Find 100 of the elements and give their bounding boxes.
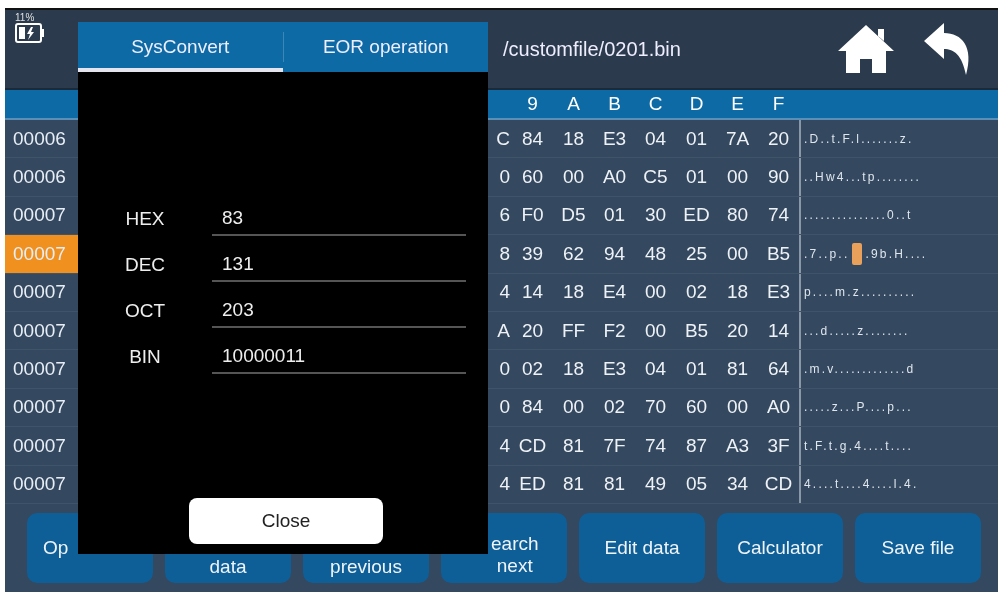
hex-cell-text: 00 [725,396,750,419]
dialog-tab[interactable]: EOR operation [283,22,488,72]
toolbar-button[interactable]: Save file [855,512,981,583]
hex-cell-text: E3 [765,281,792,304]
offset-cell[interactable]: 00007 [5,427,78,465]
ascii-text: .m.v.............d [804,362,916,377]
column-header: B [607,93,622,115]
value-field[interactable]: 203 [212,294,466,328]
hex-cell-text: 00 [725,166,750,189]
hex-cell-text: 05 [684,473,709,496]
hex-cell-text: D5 [560,204,587,227]
hex-cell-text: 25 [684,242,709,265]
hex-cell-text: 39 [520,242,545,265]
hex-cell-text: 70 [643,396,668,419]
ascii-text: t.F.t.g.4....t.... [804,438,913,453]
ascii-text: ...d.....z........ [804,323,910,338]
hex-cell-text: 00 [643,319,668,342]
hex-cell-text: 18 [561,358,586,381]
hex-cell-text: 01 [602,204,627,227]
file-path: /customfile/0201.bin [503,37,682,61]
offset-cell[interactable]: 00006 [5,158,78,196]
hex-cell-text: 04 [643,358,668,381]
hex-cell-text: 62 [561,242,586,265]
hex-cell-text: 8 [498,242,511,265]
hex-cell-text: 20 [520,319,545,342]
offset-cell[interactable]: 00007 [5,273,78,311]
hex-cell-text: 7F [602,434,627,457]
value-field[interactable]: 131 [212,248,466,282]
hex-cell-text: 60 [684,396,709,419]
hex-cell-text: 90 [766,166,791,189]
value-field[interactable]: 83 [212,202,466,236]
hex-cell-text: 64 [766,358,791,381]
hex-cell-text: 20 [766,127,791,150]
field-label: HEX [124,208,166,230]
hex-cell-text: 81 [561,434,586,457]
field-label: DEC [123,254,167,276]
ascii-text: .9b.H.... [865,246,928,261]
offset-cell[interactable]: 00006 [5,120,78,158]
value-field[interactable]: 10000011 [212,340,466,374]
hex-cell-text: F0 [520,204,545,227]
hex-cell-text: 74 [643,434,668,457]
hex-cell-text: ED [518,473,547,496]
hex-cell-text: F2 [602,319,627,342]
offset-cell[interactable]: 00007 [5,311,78,350]
hex-cell-text: 04 [643,127,668,150]
hex-cell-text: 48 [643,242,668,265]
ascii-text: .7..p.. [804,246,850,261]
hex-cell-text: 0 [498,358,511,381]
hex-cell-text: C [495,127,511,150]
hex-cell-text: 4 [498,281,511,304]
ascii-text: p....m.z.......... [804,285,917,300]
hex-cell-text: 84 [520,127,545,150]
hex-cell-text: A [496,319,511,342]
hex-cell-text: A0 [601,166,628,189]
hex-cell-text: B5 [765,242,792,265]
hex-cell-text: 01 [684,166,709,189]
dialog-tab[interactable]: SysConvert [78,22,283,72]
hex-cell-text: 02 [520,358,545,381]
hex-cell-text: C5 [642,166,669,189]
hex-cell-text: 01 [684,127,709,150]
hex-cell-text: 30 [643,204,668,227]
hex-cell-text: 80 [725,204,750,227]
hex-cell-text: 0 [498,396,511,419]
hex-cell-text: 94 [602,242,627,265]
offset-cell[interactable]: 00007 [5,465,78,503]
close-button[interactable]: Close [189,498,383,544]
hex-cell-text: E3 [601,127,628,150]
offset-cell[interactable]: 00007 [5,196,78,235]
column-header: D [688,93,705,115]
hex-cell-text: 74 [766,204,791,227]
hex-cell-text: 00 [643,281,668,304]
hex-cell-text: 02 [602,396,627,419]
hex-cell-text: 81 [602,473,627,496]
offset-cell[interactable]: 00007 [5,388,78,427]
hex-cell-text: 4 [498,434,511,457]
column-header: E [730,93,745,115]
hex-cell-text: 49 [643,473,668,496]
ascii-text: .D..t.F.l.......z. [804,131,914,146]
hex-cell-text: A0 [765,396,792,419]
toolbar-button[interactable]: Edit data [579,512,705,583]
hex-cell-text: 7A [724,127,751,150]
hex-cell-text: 00 [561,166,586,189]
text-cursor [852,242,863,265]
hex-cell-text: B5 [683,319,710,342]
hex-cell-text: CD [517,434,548,457]
hex-cell-text: A3 [724,434,751,457]
hex-cell-text: 18 [561,281,586,304]
toolbar-button[interactable]: Calculator [717,512,843,583]
hex-cell-text: 84 [520,396,545,419]
hex-cell-text: 87 [684,434,709,457]
ascii-text: ..Hw4...tp........ [804,170,921,185]
hex-cell-text: 81 [561,473,586,496]
hex-cell-text: 00 [725,242,750,265]
column-header: 9 [526,93,539,115]
hex-cell-text: 14 [766,319,791,342]
hex-cell-text: 6 [498,204,511,227]
offset-cell[interactable]: 00007 [5,350,78,388]
field-label: OCT [123,300,167,322]
column-header: F [771,93,786,115]
hex-cell-text: 14 [520,281,545,304]
